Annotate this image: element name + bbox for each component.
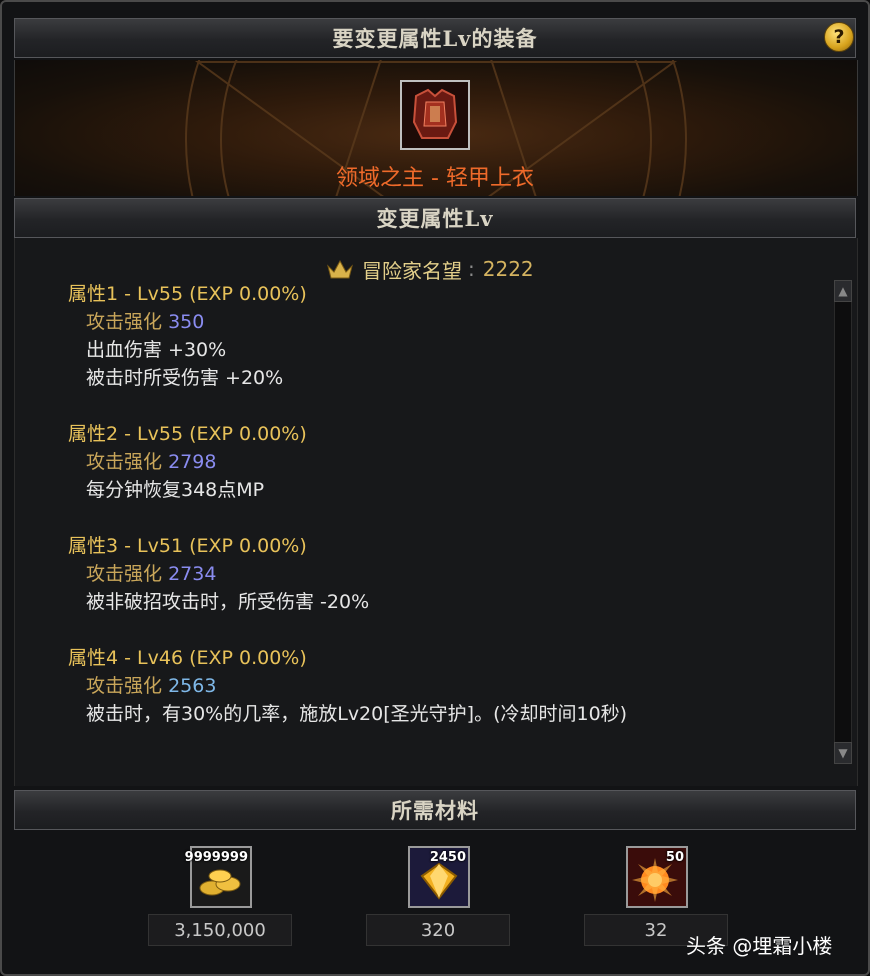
fame-separator: : bbox=[468, 257, 475, 281]
attribute-scrollbar[interactable] bbox=[834, 280, 852, 764]
attribute-effect: 被击时，有30%的几率，施放Lv20[圣光守护]。(冷却时间10秒) bbox=[86, 703, 628, 725]
adventurer-fame: 冒险家名望 : 2222 bbox=[326, 256, 534, 283]
enhance-label: 攻击强化 bbox=[86, 311, 163, 333]
attribute-effect: 被击时所受伤害 +20% bbox=[86, 367, 284, 389]
attribute-title: 属性3 - Lv51 (EXP 0.00%) bbox=[68, 535, 307, 557]
enhance-value: 350 bbox=[168, 311, 205, 333]
materials-title: 所需材料 bbox=[391, 798, 479, 823]
enhance-value: 2798 bbox=[168, 451, 217, 473]
attribute-title: 属性1 - Lv55 (EXP 0.00%) bbox=[68, 283, 307, 305]
section-change-attribute: 变更属性Lv bbox=[14, 198, 856, 238]
attribute-effect: 被非破招攻击时，所受伤害 -20% bbox=[86, 591, 370, 613]
enhance-value: 2563 bbox=[168, 675, 217, 697]
attribute-block-2: 属性2 - Lv55 (EXP 0.00%) 攻击强化 2798 每分钟恢复34… bbox=[68, 420, 627, 504]
crown-emblem-icon bbox=[327, 259, 353, 279]
gold-coins-icon[interactable]: 9999999 bbox=[185, 846, 252, 908]
enhance-value: 2734 bbox=[168, 563, 217, 585]
window-title-bar: 要变更属性Lv的装备 bbox=[14, 18, 856, 58]
scroll-up-icon[interactable]: ▲ bbox=[834, 280, 852, 302]
material-badge: 9999999 bbox=[184, 850, 248, 865]
section-change-title: 变更属性Lv bbox=[376, 206, 494, 231]
burst-orb-icon[interactable]: 50 bbox=[626, 846, 688, 908]
attribute-title: 属性4 - Lv46 (EXP 0.00%) bbox=[68, 647, 307, 669]
scroll-down-icon[interactable]: ▼ bbox=[834, 742, 852, 764]
attribute-title: 属性2 - Lv55 (EXP 0.00%) bbox=[68, 423, 307, 445]
material-quantity: 3,150,000 bbox=[148, 914, 292, 946]
window-title: 要变更属性Lv的装备 bbox=[332, 26, 538, 51]
enhance-label: 攻击强化 bbox=[86, 451, 163, 473]
attribute-block-4: 属性4 - Lv46 (EXP 0.00%) 攻击强化 2563 被击时，有30… bbox=[68, 644, 627, 728]
section-materials: 所需材料 bbox=[14, 790, 856, 830]
enhance-label: 攻击强化 bbox=[86, 563, 163, 585]
attribute-block-3: 属性3 - Lv51 (EXP 0.00%) 攻击强化 2734 被非破招攻击时… bbox=[68, 532, 627, 616]
material-badge: 50 bbox=[665, 850, 684, 865]
watermark-text: 头条 @埋霜小楼 bbox=[686, 934, 833, 958]
yellow-gem-icon[interactable]: 2450 bbox=[408, 846, 470, 908]
attribute-block-1: 属性1 - Lv55 (EXP 0.00%) 攻击强化 350 出血伤害 +30… bbox=[68, 280, 627, 392]
attribute-effect: 出血伤害 +30% bbox=[86, 339, 227, 361]
fame-value: 2222 bbox=[482, 257, 534, 281]
armor-item-icon[interactable] bbox=[400, 80, 470, 150]
item-name: 领域之主 - 轻甲上衣 bbox=[336, 166, 534, 191]
material-badge: 2450 bbox=[429, 850, 466, 865]
help-icon[interactable]: ? bbox=[824, 22, 854, 52]
enhance-label: 攻击强化 bbox=[86, 675, 163, 697]
attribute-effect: 每分钟恢复348点MP bbox=[86, 479, 265, 501]
material-quantity: 320 bbox=[366, 914, 510, 946]
attribute-list: 属性1 - Lv55 (EXP 0.00%) 攻击强化 350 出血伤害 +30… bbox=[68, 280, 627, 756]
